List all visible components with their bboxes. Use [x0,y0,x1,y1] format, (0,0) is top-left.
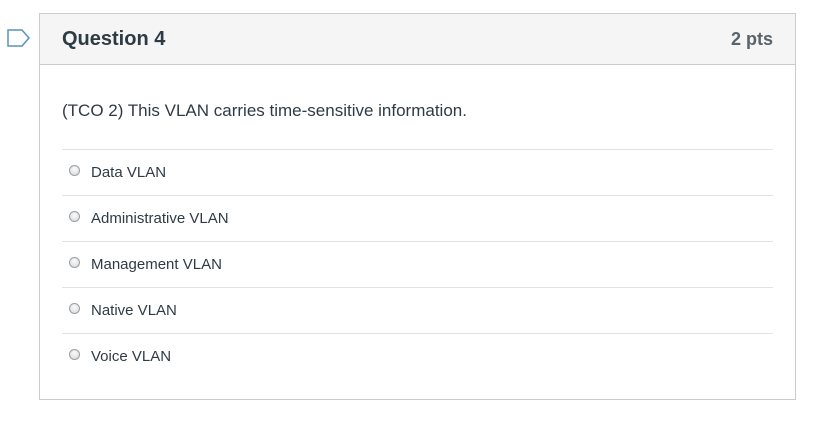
answer-option[interactable]: Native VLAN [62,287,773,333]
question-points: 2 pts [730,29,773,49]
question-body: (TCO 2) This VLAN carries time-sensitive… [40,65,795,379]
flag-outline-icon[interactable] [7,28,31,48]
question-title: Question 4 [62,28,166,50]
answer-option[interactable]: Voice VLAN [62,333,773,379]
radio-button[interactable] [69,257,80,268]
answer-label[interactable]: Management VLAN [91,256,222,274]
answer-option[interactable]: Management VLAN [62,241,773,287]
question-text: (TCO 2) This VLAN carries time-sensitive… [62,101,467,120]
radio-button[interactable] [69,165,80,176]
radio-button[interactable] [69,349,80,360]
quiz-page: Question 4 2 pts (TCO 2) This VLAN carri… [0,0,817,424]
answer-label[interactable]: Voice VLAN [91,348,171,366]
answer-label[interactable]: Native VLAN [91,302,177,320]
question-header: Question 4 2 pts [40,14,795,65]
answer-label[interactable]: Administrative VLAN [91,210,229,228]
answer-option[interactable]: Data VLAN [62,149,773,195]
answer-list: Data VLAN Administrative VLAN Management… [62,149,773,379]
radio-button[interactable] [69,303,80,314]
radio-button[interactable] [69,211,80,222]
answer-label[interactable]: Data VLAN [91,164,166,182]
answer-option[interactable]: Administrative VLAN [62,195,773,241]
question-card: Question 4 2 pts (TCO 2) This VLAN carri… [39,13,796,400]
